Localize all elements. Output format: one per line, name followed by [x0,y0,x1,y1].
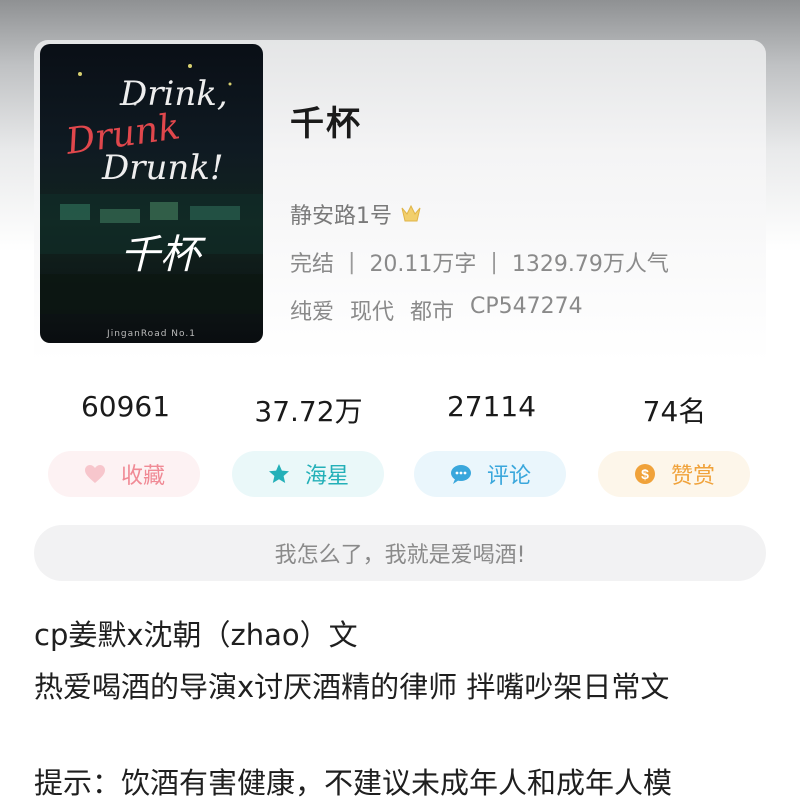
tag[interactable]: 都市 [410,294,454,326]
vip-crown-icon [401,204,421,222]
author-name[interactable]: 静安路1号 [290,198,392,230]
svg-text:$: $ [641,466,649,482]
stat-rank: 74名 [642,395,707,428]
book-title: 千杯 [290,104,362,144]
comment-button[interactable]: 评论 [414,451,566,497]
cp-id: CP547274 [470,294,583,319]
description-line-2: 热爱喝酒的导演x讨厌酒精的律师 拌嘴吵架日常文 [34,670,670,704]
book-status: 完结 [290,252,335,277]
reward-label: 赞赏 [670,464,715,489]
tagline-bar: 我怎么了，我就是爱喝酒! [34,525,766,581]
description-line-1: cp姜默x沈朝（zhao）文 [34,618,358,652]
heart-icon [84,465,105,483]
popularity: 1329.79万人气 [511,252,669,277]
tag[interactable]: 现代 [350,294,394,326]
favorite-label: 收藏 [120,464,165,489]
separator: | [348,249,356,275]
reward-button[interactable]: $ 赞赏 [598,451,750,497]
cover-script-line-2: Drunk! [102,148,224,188]
tagline-text: 我怎么了，我就是爱喝酒! [274,543,526,568]
stat-starfish: 37.72万 [254,395,363,428]
favorite-button[interactable]: 收藏 [48,451,200,497]
chat-bubble-icon [450,465,471,484]
tag[interactable]: 纯爱 [290,294,334,326]
stat-favorites: 60961 [80,390,171,423]
tags-row: 纯爱 现代 都市 CP547274 [290,294,599,326]
star-icon [268,464,289,483]
coin-icon: $ [634,464,655,484]
cover-title-glyph: 千杯 [120,232,200,278]
word-count: 20.11万字 [369,252,477,277]
stats-row: 60961 37.72万 27114 74名 [34,390,766,430]
book-meta-row: 完结 | 20.11万字 | 1329.79万人气 [290,246,669,278]
stat-comments: 27114 [446,390,537,423]
comment-label: 评论 [486,464,531,489]
book-cover[interactable]: Drink, Drunk Drunk! 千杯 JinganRoad No.1 [40,44,263,343]
description-line-3: 提示：饮酒有害健康，不建议未成年人和成年人模 [34,766,673,800]
starfish-button[interactable]: 海星 [232,451,384,497]
cover-footer: JinganRoad No.1 [107,329,196,339]
starfish-label: 海星 [304,464,349,489]
separator: | [490,249,498,275]
author-row[interactable]: 静安路1号 [290,198,422,230]
